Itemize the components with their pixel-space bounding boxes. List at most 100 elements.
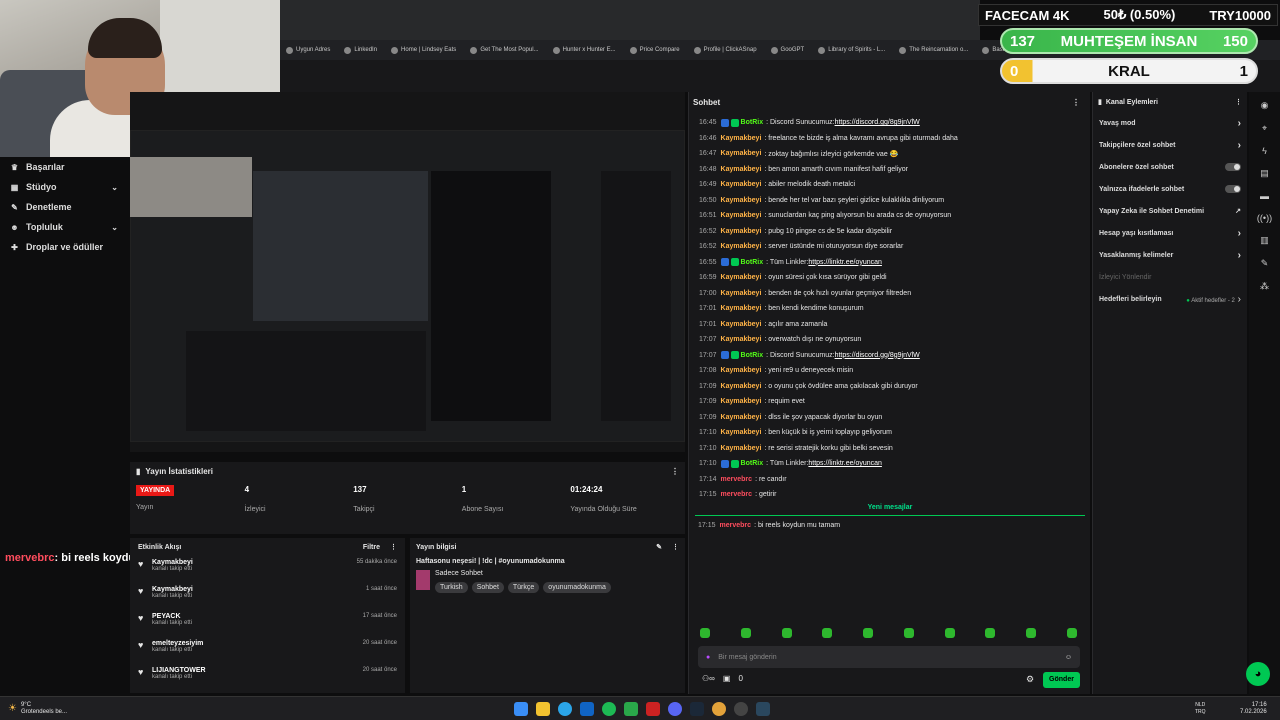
wrench-icon[interactable]: ✎ — [1261, 258, 1269, 269]
chat-link[interactable]: https://linktr.ee/oyuncan — [808, 460, 882, 467]
chat-username[interactable]: Kaymakbeyi — [721, 398, 762, 405]
emote-icon[interactable] — [985, 628, 996, 638]
lang-code[interactable]: NLD — [1195, 702, 1206, 709]
chat-username[interactable]: Kaymakbeyi — [721, 321, 762, 328]
chat-username[interactable]: Kaymakbeyi — [721, 150, 762, 157]
emote-icon[interactable] — [863, 628, 874, 638]
emoji-icon[interactable]: ☺ — [1065, 654, 1072, 661]
edit-icon[interactable]: ✎ — [656, 543, 662, 551]
emote-icon[interactable] — [700, 628, 710, 638]
chrome-icon[interactable] — [712, 701, 726, 716]
chat-username[interactable]: Kaymakbeyi — [721, 243, 762, 250]
mod-item[interactable]: Hedefleri belirleyin ● Aktif hedefler - 2… — [1093, 288, 1247, 310]
emote-icon[interactable] — [781, 628, 792, 638]
sidebar-item-2[interactable]: ✎ Denetleme — [0, 197, 130, 217]
chat-username[interactable]: Kaymakbeyi — [721, 305, 762, 312]
chat-username[interactable]: Kaymakbeyi — [721, 181, 762, 188]
mod-item[interactable]: Yalnızca ifadelerle sohbet — [1093, 178, 1247, 200]
chat-username[interactable]: Kaymakbeyi — [721, 212, 762, 219]
tag-chip[interactable]: Türkçe — [507, 582, 540, 593]
obs-icon[interactable] — [734, 701, 748, 716]
sidebar-item-1[interactable]: ▦ Stüdyo ⌄ — [0, 177, 130, 197]
mod-item[interactable]: Hesap yaşı kısıtlaması › — [1093, 222, 1247, 244]
chat-icon[interactable]: ▬ — [1260, 191, 1269, 201]
chat-username[interactable]: mervebrc — [721, 476, 753, 483]
emote-icon[interactable] — [1066, 628, 1077, 638]
mod-item[interactable]: Takipçilere özel sohbet › — [1093, 134, 1247, 156]
bookmark-item[interactable]: Price Compare — [629, 46, 680, 54]
activity-user[interactable]: Kaymakbeyi — [152, 586, 193, 593]
mod-item[interactable]: Yapay Zeka ile Sohbet Denetimi ↗ — [1093, 200, 1247, 222]
bookmark-item[interactable]: LinkedIn — [344, 46, 377, 54]
app-icon[interactable] — [646, 701, 660, 716]
emote-icon[interactable] — [822, 628, 833, 638]
chat-username[interactable]: Kaymakbeyi — [721, 445, 762, 452]
discord-icon[interactable] — [668, 701, 682, 716]
edge-icon[interactable] — [558, 701, 572, 716]
bookmark-item[interactable]: Uygun Adres — [286, 46, 330, 54]
chat-username[interactable]: BotRix — [741, 119, 764, 126]
chat-link[interactable]: https://linktr.ee/oyuncan — [808, 259, 882, 266]
toggle-switch[interactable] — [1225, 163, 1241, 171]
tag-chip[interactable]: Turkish — [435, 582, 468, 593]
activity-user[interactable]: Kaymakbeyi — [152, 559, 193, 566]
sidebar-item-0[interactable]: ♛ Başarılar — [0, 157, 130, 177]
settings-group-icon[interactable]: ⚇∞ — [702, 674, 715, 683]
emote-icon[interactable] — [1026, 628, 1037, 638]
bookmark-item[interactable]: Get The Most Popul... — [470, 46, 539, 54]
chat-username[interactable]: mervebrc — [721, 491, 753, 498]
mic-icon[interactable]: ● — [706, 654, 710, 661]
xbox-icon[interactable] — [624, 701, 638, 716]
windows-start-icon[interactable] — [514, 701, 528, 716]
chat-username[interactable]: Kaymakbeyi — [721, 135, 762, 142]
activity-user[interactable]: emelteyzesiyim — [152, 640, 203, 647]
bookmark-item[interactable]: The Reincarnation o... — [899, 46, 968, 54]
chat-username[interactable]: Kaymakbeyi — [721, 290, 762, 297]
bookmark-item[interactable]: Hunter x Hunter E... — [552, 46, 616, 54]
target-icon[interactable]: ⌖ — [1262, 123, 1267, 134]
chat-username[interactable]: Kaymakbeyi — [721, 367, 762, 374]
tag-chip[interactable]: Sohbet — [471, 582, 504, 593]
chat-input[interactable]: ● Bir mesaj gönderin ☺ — [698, 646, 1080, 668]
eye-icon[interactable]: ◉ — [1261, 100, 1269, 111]
chat-username[interactable]: Kaymakbeyi — [721, 166, 762, 173]
tag-chip[interactable]: oyunumadokunma — [543, 582, 611, 593]
spotify-icon[interactable] — [602, 701, 616, 716]
mod-item[interactable]: Yavaş mod › — [1093, 112, 1247, 134]
steam-icon[interactable] — [690, 701, 704, 716]
chat-settings-icon[interactable]: ⚙ — [1026, 674, 1034, 685]
sidebar-item-4[interactable]: ✚ Droplar ve ödüller — [0, 237, 130, 257]
send-button[interactable]: Gönder — [1043, 672, 1080, 688]
clock-time[interactable]: 17:16 — [1240, 702, 1267, 709]
bolt-icon[interactable]: ϟ — [1262, 146, 1267, 156]
steam2-icon[interactable] — [756, 701, 770, 716]
activity-user[interactable]: PEYACK — [152, 613, 192, 620]
users-icon[interactable]: ⁂ — [1260, 281, 1269, 292]
bookmark-item[interactable]: Profile | ClickASnap — [693, 46, 757, 54]
chat-username[interactable]: Kaymakbeyi — [721, 383, 762, 390]
explorer-icon[interactable] — [536, 701, 550, 716]
chat-username[interactable]: BotRix — [741, 352, 764, 359]
store-icon[interactable] — [580, 701, 594, 716]
emote-icon[interactable] — [944, 628, 955, 638]
bookmark-item[interactable]: Home | Lindsey Eats — [391, 46, 456, 54]
chat-username[interactable]: Kaymakbeyi — [721, 274, 762, 281]
doc-icon[interactable]: ▤ — [1260, 168, 1269, 179]
sidebar-item-3[interactable]: ☻ Topluluk ⌄ — [0, 217, 130, 237]
bookmark-item[interactable]: Library of Spirits - L... — [818, 46, 885, 54]
more-icon[interactable]: ⋮ — [1235, 98, 1242, 106]
chat-link[interactable]: https://discord.gg/8g9jnVlW — [835, 352, 920, 359]
assistant-fab-button[interactable]: ◕ — [1246, 662, 1270, 686]
chat-username[interactable]: BotRix — [741, 460, 764, 467]
radio-icon[interactable]: ((•)) — [1257, 213, 1272, 223]
activity-user[interactable]: LIJIANGTOWER — [152, 667, 206, 674]
emote-icon[interactable] — [903, 628, 914, 638]
chat-username[interactable]: Kaymakbeyi — [721, 429, 762, 436]
filter-button[interactable]: Filtre — [363, 544, 380, 551]
more-icon[interactable]: ⋮ — [671, 467, 679, 476]
toggle-switch[interactable] — [1225, 185, 1241, 193]
stack-icon[interactable]: ▥ — [1260, 235, 1269, 246]
more-icon[interactable]: ⋮ — [672, 543, 679, 551]
bookmark-item[interactable]: GooGPT — [770, 46, 804, 54]
chat-username[interactable]: Kaymakbeyi — [721, 414, 762, 421]
